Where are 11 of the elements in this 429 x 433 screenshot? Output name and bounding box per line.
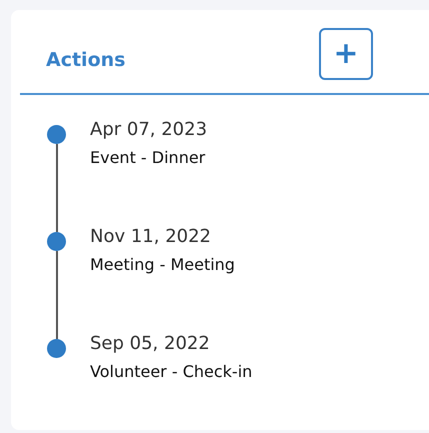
- action-description: Volunteer - Check-in: [90, 362, 252, 381]
- timeline-dot-icon: [47, 339, 66, 358]
- action-description: Event - Dinner: [90, 148, 206, 167]
- action-date: Apr 07, 2023: [90, 119, 208, 140]
- add-button[interactable]: +: [319, 28, 373, 80]
- timeline-dot-icon: [47, 125, 66, 144]
- action-description: Meeting - Meeting: [90, 255, 235, 274]
- action-date: Nov 11, 2022: [90, 226, 212, 247]
- action-date: Sep 05, 2022: [90, 333, 211, 354]
- panel-title: Actions: [46, 49, 126, 71]
- timeline-dot-icon: [47, 232, 66, 251]
